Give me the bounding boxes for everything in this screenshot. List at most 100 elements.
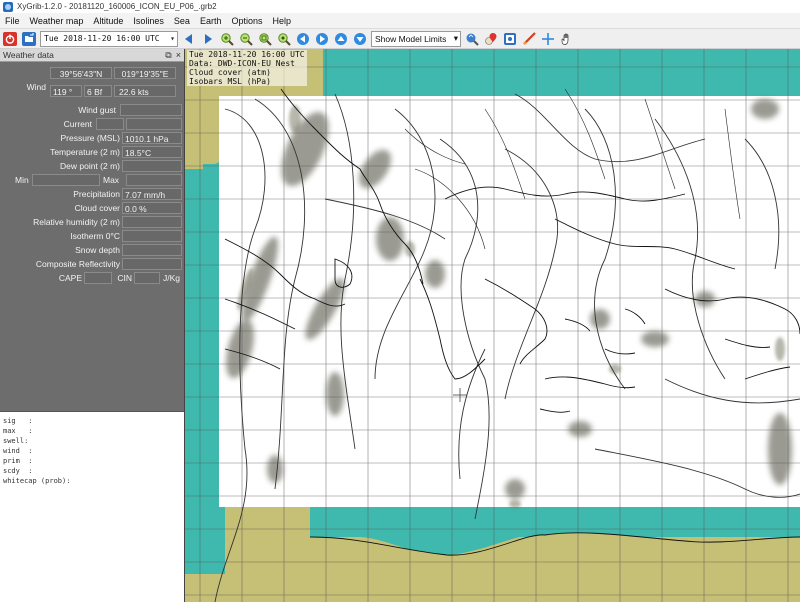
menu-options[interactable]: Options [226,13,267,29]
window-title: XyGrib-1.2.0 - 20181120_160006_ICON_EU_P… [17,2,217,11]
arrow-right-icon [205,33,212,44]
model-limits-select[interactable]: Show Model Limits ▾ [371,30,461,47]
reflectivity-value [122,258,182,270]
zoom-all-icon [278,32,291,46]
app-window: XyGrib-1.2.0 - 20181120_160006_ICON_EU_P… [0,0,800,602]
map-info-source: Data: DWD-ICON-EU Nest [189,59,295,68]
menu-altitude[interactable]: Altitude [88,13,128,29]
dew-point-label: Dew point (2 m) [60,161,120,171]
dew-point-value [122,160,182,172]
console-line-max: max : [3,427,33,435]
weather-map[interactable]: Tue 2018-11-20 16:00 UTC Data: DWD-ICON-… [185,49,800,602]
meteotable-icon [504,32,516,45]
zoom-all-button[interactable] [276,31,292,47]
current-row: Current [0,117,184,131]
close-icon[interactable]: × [176,50,181,61]
zoom-selection-icon [259,32,272,46]
precipitation-label: Precipitation [73,189,120,199]
console-line-prim: prim : [3,457,33,465]
min-label: Min [15,175,29,185]
cloud-cover-label: Cloud cover [74,203,120,213]
land-north-africa [310,532,800,602]
power-icon [3,31,17,46]
current-speed-value [126,118,182,130]
zoom-in-button[interactable] [219,31,235,47]
cin-label: CIN [117,273,132,283]
sea-east [705,507,800,537]
model-limits-value: Show Model Limits [375,33,447,44]
quit-button[interactable] [2,31,18,47]
longitude-value: 019°19'35"E [114,67,176,79]
pan-up-button[interactable] [333,31,349,47]
snow-depth-row: Snow depth [0,243,184,257]
wind-gust-value [120,104,182,116]
pressure-value: 1010.1 hPa [122,132,182,144]
pan-hand-button[interactable] [559,31,575,47]
chevron-down-icon: ▾ [170,34,175,43]
menu-isolines[interactable]: Isolines [128,13,169,29]
zoom-out-icon [240,32,253,46]
max-value [126,174,182,186]
circle-arrow-up-icon [335,32,347,45]
reflectivity-label: Composite Reflectivity [35,259,120,269]
temperature-label: Temperature (2 m) [50,147,120,157]
wind-gust-row: Wind gust [0,103,184,117]
wind-beaufort-value: 6 Bf [84,85,112,97]
pressure-label: Pressure (MSL) [60,133,120,143]
poi-button[interactable] [483,31,499,47]
weather-data-panel: Weather data ⧉ × 39°56'43"N 019°19'35"E … [0,49,185,602]
circle-arrow-left-icon [297,32,309,45]
zoom-out-button[interactable] [238,31,254,47]
menu-earth[interactable]: Earth [195,13,227,29]
map-info-date: Tue 2018-11-20 16:00 UTC [189,50,305,59]
download-globe-icon [466,33,479,46]
precipitation-row: Precipitation 7.07 mm/h [0,187,184,201]
wind-label: Wind [26,82,46,92]
wind-gust-label: Wind gust [78,105,116,115]
isotherm-row: Isotherm 0°C [0,229,184,243]
menu-help[interactable]: Help [267,13,296,29]
weather-data-header: Weather data ⧉ × [0,49,184,62]
menu-bar: File Weather map Altitude Isolines Sea E… [0,13,800,29]
menu-weather-map[interactable]: Weather map [25,13,89,29]
boat-button[interactable] [521,31,537,47]
min-max-row: Min Max [0,173,184,187]
max-label: Max [103,175,120,185]
toolbar: Tue 2018-11-20 16:00 UTC ▾ Show Model Li… [0,29,800,49]
console-line-wind: wind : [3,447,33,455]
date-select[interactable]: Tue 2018-11-20 16:00 UTC ▾ [40,30,178,47]
rocket-icon [523,31,536,45]
download-button[interactable] [464,31,480,47]
cloud-cover-row: Cloud cover 0.0 % [0,201,184,215]
land-southwest [185,574,310,602]
menu-sea[interactable]: Sea [169,13,195,29]
open-file-button[interactable] [21,31,37,47]
meteotable-button[interactable] [502,31,518,47]
arrow-left-icon [185,33,192,44]
current-label: Current [63,119,92,129]
reflectivity-row: Composite Reflectivity [0,257,184,271]
pressure-row: Pressure (MSL) 1010.1 hPa [0,131,184,145]
pan-left-button[interactable] [295,31,311,47]
console-line-sig: sig : [3,417,33,425]
pan-down-button[interactable] [352,31,368,47]
snow-depth-label: Snow depth [75,245,120,255]
map-canvas[interactable] [185,49,800,602]
isotherm-value [122,230,182,242]
humidity-label: Relative humidity (2 m) [33,217,120,227]
next-date-button[interactable] [200,31,216,47]
float-panel-icon[interactable]: ⧉ [165,50,171,61]
map-info-overlay: Tue 2018-11-20 16:00 UTC Data: DWD-ICON-… [187,50,307,86]
cape-label: CAPE [58,273,82,283]
humidity-row: Relative humidity (2 m) [0,215,184,229]
pan-right-button[interactable] [314,31,330,47]
crosshair-button[interactable] [540,31,556,47]
previous-date-button[interactable] [181,31,197,47]
console-line-whitecap: whitecap (prob): [3,477,71,485]
wind-speed-value: 22.6 kts [114,85,176,97]
zoom-selection-button[interactable] [257,31,273,47]
menu-file[interactable]: File [0,13,25,29]
snow-depth-value [122,244,182,256]
wind-direction-value: 119 ° [50,85,82,97]
console-line-swell: swell: [3,437,29,445]
